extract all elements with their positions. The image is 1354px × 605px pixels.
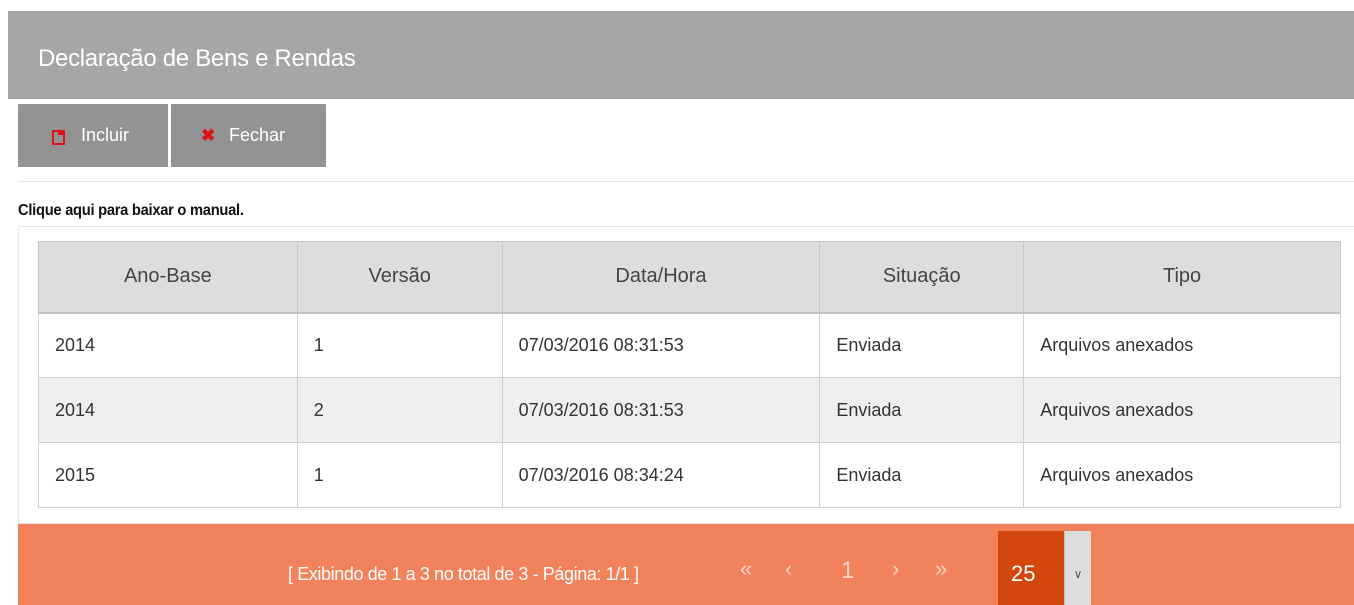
pagination-info: [ Exibindo de 1 a 3 no total de 3 - Pági… (288, 564, 639, 584)
column-header-data-hora[interactable]: Data/Hora (501, 241, 821, 314)
close-icon: ✖ (201, 125, 216, 145)
column-header-versao[interactable]: Versão (296, 241, 503, 314)
chevron-down-icon[interactable]: ∨ (1064, 531, 1091, 605)
cell-tipo: Arquivos anexados (1023, 312, 1341, 378)
column-header-situacao[interactable]: Situação (819, 241, 1025, 314)
column-header-ano-base[interactable]: Ano-Base (38, 241, 298, 314)
cell-tipo: Arquivos anexados (1023, 377, 1341, 443)
cell-versao: 1 (296, 312, 503, 378)
cell-ano-base: 2014 (38, 377, 298, 443)
cell-ano-base: 2015 (38, 442, 298, 508)
cell-ano-base: 2014 (38, 312, 298, 378)
fechar-button[interactable]: ✖ Fechar (171, 104, 326, 167)
next-page-icon[interactable]: › (892, 556, 899, 582)
previous-page-icon[interactable]: ‹ (785, 556, 792, 582)
last-page-icon[interactable]: » (935, 556, 947, 582)
cell-data-hora: 07/03/2016 08:31:53 (501, 312, 821, 378)
first-page-icon[interactable]: « (740, 556, 752, 582)
cell-data-hora: 07/03/2016 08:34:24 (501, 442, 821, 508)
table-header-row: Ano-Base Versão Data/Hora Situação Tipo (38, 241, 1341, 314)
cell-versao: 1 (296, 442, 503, 508)
declarations-table: Ano-Base Versão Data/Hora Situação Tipo … (38, 241, 1341, 508)
current-page-number[interactable]: 1 (841, 557, 854, 585)
page-title: Declaração de Bens e Rendas (38, 45, 356, 72)
cell-situacao: Enviada (819, 312, 1025, 378)
fechar-label: Fechar (229, 125, 286, 145)
incluir-button[interactable]: Incluir (18, 104, 168, 167)
cell-tipo: Arquivos anexados (1023, 442, 1341, 508)
cell-versao: 2 (296, 377, 503, 443)
table-row[interactable]: 2014 2 07/03/2016 08:31:53 Enviada Arqui… (38, 377, 1341, 443)
page-size-select[interactable]: 25 (998, 531, 1064, 605)
table-row[interactable]: 2015 1 07/03/2016 08:34:24 Enviada Arqui… (38, 442, 1341, 508)
new-document-icon (51, 129, 65, 145)
page-title-bar: Declaração de Bens e Rendas (8, 11, 1354, 99)
incluir-label: Incluir (81, 125, 130, 145)
cell-data-hora: 07/03/2016 08:31:53 (501, 377, 821, 443)
cell-situacao: Enviada (819, 442, 1025, 508)
divider (18, 181, 1354, 182)
cell-situacao: Enviada (819, 377, 1025, 443)
download-manual-link[interactable]: Clique aqui para baixar o manual. (18, 202, 244, 220)
table-row[interactable]: 2014 1 07/03/2016 08:31:53 Enviada Arqui… (38, 312, 1341, 378)
pagination-bar: [ Exibindo de 1 a 3 no total de 3 - Pági… (18, 524, 1354, 605)
column-header-tipo[interactable]: Tipo (1023, 241, 1341, 314)
